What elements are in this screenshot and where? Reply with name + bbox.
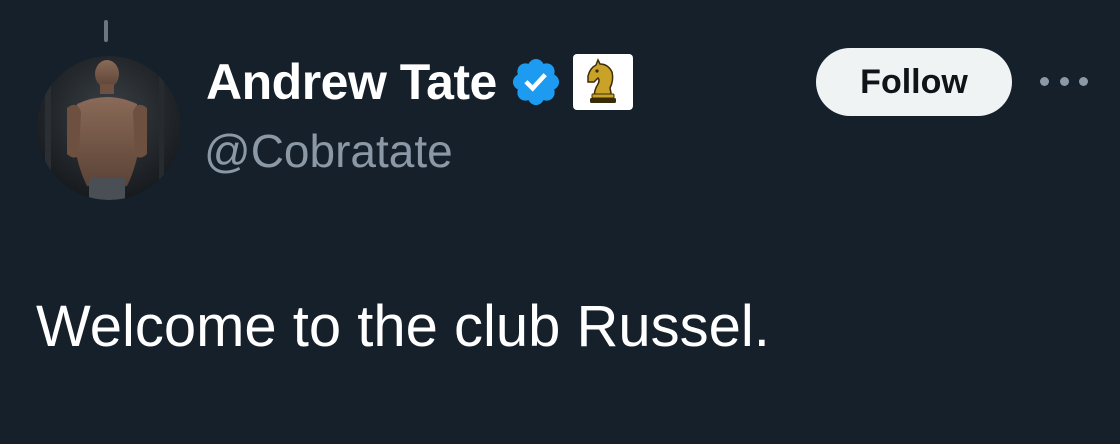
author-name-row: Andrew Tate [206,52,633,112]
follow-button[interactable]: Follow [816,48,1012,116]
more-dot [1040,76,1049,86]
profile-photo-icon [37,56,181,200]
more-dot [1059,76,1069,86]
more-dot [1079,76,1088,86]
verified-badge-icon[interactable] [509,55,563,109]
more-options-icon[interactable] [1040,66,1088,96]
author-display-name[interactable]: Andrew Tate [206,57,497,107]
author-handle[interactable]: @Cobratate [204,128,453,174]
chess-knight-icon [587,58,616,103]
tweet-text: Welcome to the club Russel. [36,294,770,359]
affiliate-badge[interactable] [572,54,633,110]
avatar[interactable] [37,56,181,200]
thread-connector-line [104,20,108,42]
